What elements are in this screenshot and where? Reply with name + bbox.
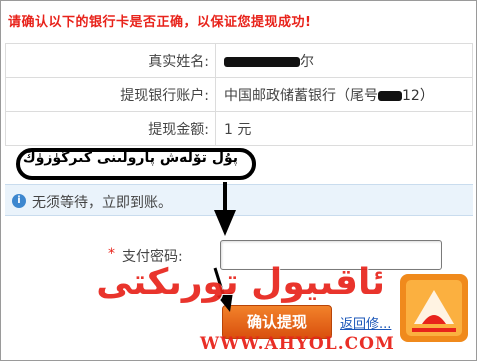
watermark-url: WWW.AHYOL.COM: [200, 334, 395, 354]
bank-account-value: 中国邮政储蓄银行（尾号 12）: [215, 77, 473, 112]
real-name-label: 真实姓名:: [5, 43, 216, 78]
table-row: 提现银行账户: 中国邮政储蓄银行（尾号 12）: [5, 77, 473, 112]
annotation-callout-text: پۇل تۆلەش پارولىنى كىرگۈزۈڭ: [22, 150, 238, 166]
table-row: 提现金额: 1 元: [5, 111, 473, 146]
amount-value: 1 元: [215, 111, 473, 146]
back-edit-link[interactable]: 返回修...: [340, 313, 391, 332]
bank-account-label: 提现银行账户:: [5, 77, 216, 112]
redacted-card-digits: [378, 90, 402, 101]
real-name-value: 尔: [215, 43, 473, 78]
required-mark: *: [108, 246, 115, 262]
ahyol-logo-icon: [400, 274, 468, 342]
redacted-name: [224, 56, 300, 67]
withdrawal-info-table: 真实姓名: 尔 提现银行账户: 中国邮政储蓄银行（尾号 12） 提现金额: 1 元: [5, 43, 473, 146]
table-row: 真实姓名: 尔: [5, 43, 473, 78]
amount-label: 提现金额:: [5, 111, 216, 146]
confirm-instruction: 请确认以下的银行卡是否正确，以保证您提现成功!: [8, 15, 312, 30]
notice-text: 无须等待，立即到账。: [32, 195, 172, 211]
info-icon: i: [12, 194, 26, 208]
watermark-text: ئاقىيول تورىكتى: [96, 262, 385, 303]
